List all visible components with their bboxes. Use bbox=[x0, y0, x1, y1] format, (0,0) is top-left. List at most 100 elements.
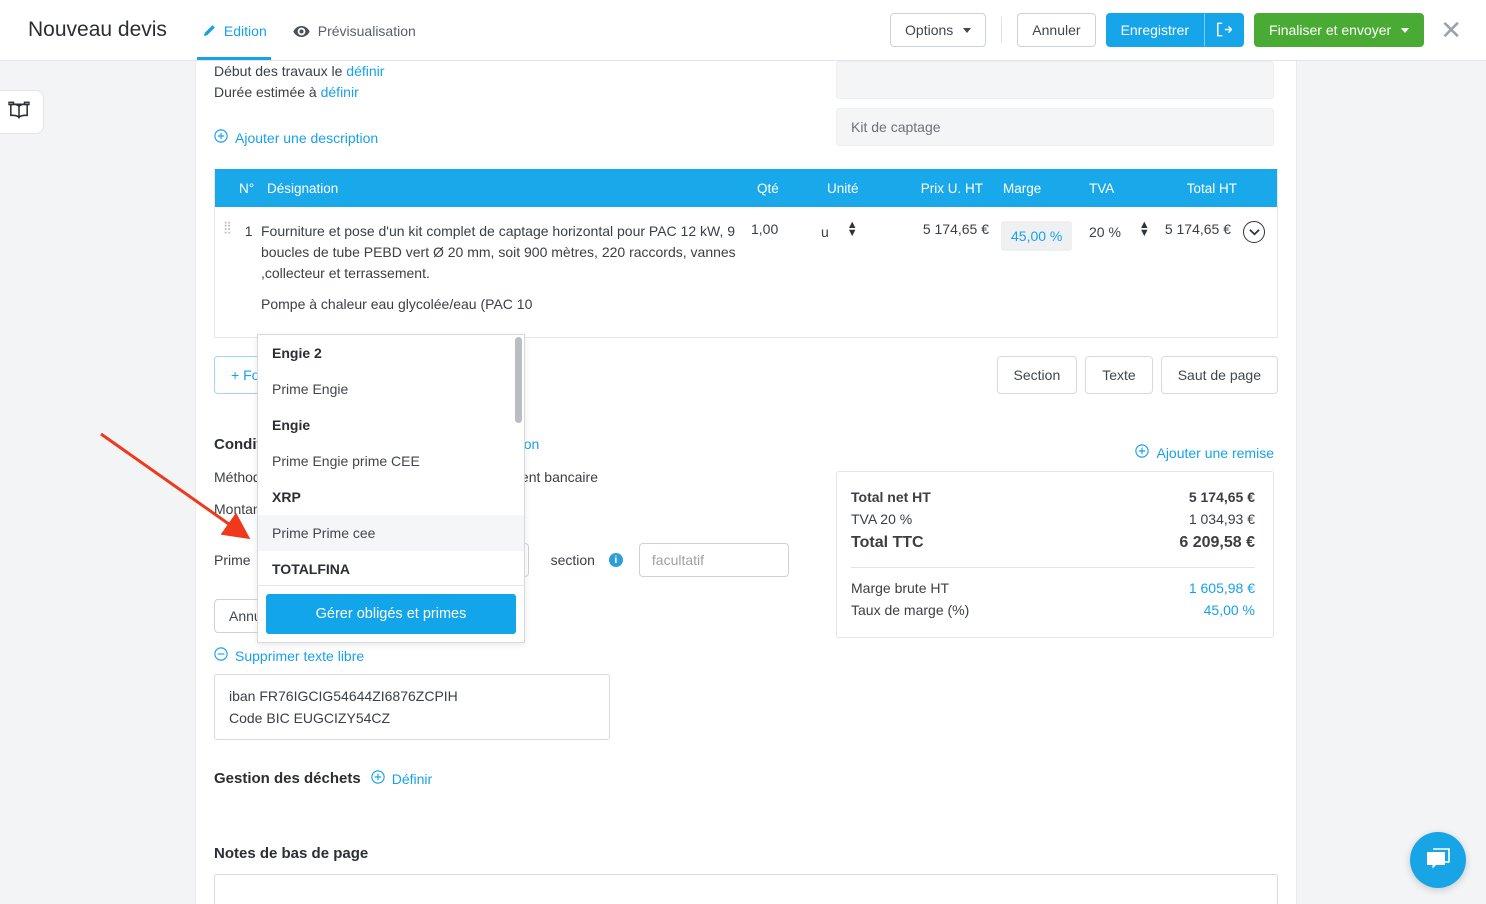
col-marge: Marge bbox=[1003, 180, 1042, 196]
insert-text-button[interactable]: Texte bbox=[1085, 356, 1153, 394]
tab-previsualisation[interactable]: Prévisualisation bbox=[293, 0, 416, 60]
taux-marge-row: Taux de marge (%) 45,00 % bbox=[851, 599, 1255, 621]
finalize-send-button[interactable]: Finaliser et envoyer bbox=[1254, 13, 1425, 47]
dropdown-item-prime-prime-cee[interactable]: Prime Prime cee bbox=[258, 515, 524, 551]
taux-marge-label: Taux de marge (%) bbox=[851, 602, 970, 618]
tva-value: 1 034,93 € bbox=[1188, 511, 1255, 527]
duration-link[interactable]: définir bbox=[321, 84, 359, 100]
col-qte: Qté bbox=[757, 180, 779, 196]
line-items-table: N° Désignation Qté Unité Prix U. HT Marg… bbox=[214, 169, 1278, 338]
divider bbox=[851, 567, 1255, 568]
tab-edition-label: Edition bbox=[223, 23, 267, 39]
library-book-icon bbox=[7, 101, 31, 124]
close-icon[interactable]: ✕ bbox=[1434, 17, 1468, 43]
add-description-button[interactable]: Ajouter une description bbox=[214, 129, 378, 146]
info-icon[interactable]: i bbox=[608, 553, 623, 567]
chat-bubble-icon bbox=[1424, 847, 1452, 874]
col-designation: Désignation bbox=[267, 180, 339, 196]
delete-free-text-button[interactable]: Supprimer texte libre bbox=[214, 647, 364, 664]
start-date-label: Début des travaux le bbox=[214, 63, 343, 79]
save-and-exit-button[interactable] bbox=[1204, 13, 1245, 47]
stepper-icon[interactable]: ▲ ▼ bbox=[1139, 220, 1150, 239]
field-empty[interactable] bbox=[836, 61, 1274, 99]
chat-widget-button[interactable] bbox=[1410, 832, 1466, 888]
waste-title: Gestion des déchets bbox=[214, 770, 361, 787]
duration-label: Durée estimée à bbox=[214, 84, 317, 100]
row-unite: u bbox=[821, 224, 829, 240]
prime-label: Prime bbox=[214, 552, 251, 568]
add-discount-label: Ajouter une remise bbox=[1156, 444, 1274, 461]
save-split-button: Enregistrer bbox=[1105, 13, 1245, 47]
waste-management-row: Gestion des déchets Définir bbox=[214, 770, 834, 787]
add-discount-button[interactable]: Ajouter une remise bbox=[1135, 444, 1274, 461]
dropdown-group-engie[interactable]: Engie bbox=[258, 407, 524, 443]
dropdown-item-prime-engie-prime-cee[interactable]: Prime Engie prime CEE bbox=[258, 443, 524, 479]
start-date-link[interactable]: définir bbox=[346, 63, 384, 79]
row-designation-cell[interactable]: Fourniture et pose d'un kit complet de c… bbox=[261, 221, 751, 325]
insert-section-button[interactable]: Section bbox=[996, 356, 1078, 394]
chevron-down-icon bbox=[1401, 27, 1410, 33]
footer-notes-title: Notes de bas de page bbox=[214, 845, 369, 862]
free-text-area[interactable]: iban FR76IGCIG54644ZI6876ZCPIH Code BIC … bbox=[214, 674, 610, 740]
tab-previsualisation-label: Prévisualisation bbox=[317, 23, 416, 39]
dropdown-group-xrp[interactable]: XRP bbox=[258, 479, 524, 515]
free-text-line-1: iban FR76IGCIG54644ZI6876ZCPIH bbox=[229, 688, 458, 704]
save-button[interactable]: Enregistrer bbox=[1105, 13, 1205, 47]
taux-marge-value: 45,00 % bbox=[1203, 602, 1255, 618]
chevron-down-icon bbox=[963, 27, 972, 33]
row-number-cell: ⣿ 1 bbox=[215, 221, 261, 325]
delete-free-text-label: Supprimer texte libre bbox=[235, 647, 365, 664]
view-mode-tabs: Edition Prévisualisation bbox=[196, 0, 416, 60]
header-columns: Début des travaux le définir Durée estim… bbox=[214, 61, 1278, 155]
row-marge: 45,00 % bbox=[1001, 221, 1073, 251]
drag-handle-icon[interactable]: ⣿ bbox=[223, 221, 233, 233]
duration-row: Durée estimée à définir bbox=[214, 82, 834, 103]
options-button[interactable]: Options bbox=[890, 13, 987, 47]
row-unite-cell[interactable]: u ▲ ▼ bbox=[821, 220, 899, 325]
section-input[interactable]: facultatif bbox=[638, 543, 789, 577]
total-ttc-row: Total TTC 6 209,58 € bbox=[851, 530, 1255, 556]
row-tva-cell[interactable]: 20 % ▲ ▼ bbox=[1075, 220, 1159, 325]
totals-panel: Ajouter une remise Total net HT 5 174,65… bbox=[834, 436, 1274, 787]
table-row[interactable]: ⣿ 1 Fourniture et pose d'un kit complet … bbox=[215, 207, 1277, 337]
dropdown-group-engie-2[interactable]: Engie 2 bbox=[258, 335, 524, 371]
row-total-cell: 5 174,65 € bbox=[1159, 221, 1277, 325]
row-qte[interactable]: 1,00 bbox=[751, 221, 821, 325]
minus-circle-icon bbox=[214, 647, 228, 664]
start-date-row: Début des travaux le définir bbox=[214, 61, 834, 82]
divider bbox=[1001, 17, 1003, 43]
row-marge-cell[interactable]: 45,00 % bbox=[989, 221, 1075, 325]
col-num: N° bbox=[239, 180, 255, 196]
manage-obliges-primes-button[interactable]: Gérer obligés et primes bbox=[266, 594, 516, 634]
row-prix-unitaire[interactable]: 5 174,65 € bbox=[899, 221, 989, 325]
section-label: section bbox=[550, 552, 595, 568]
field-kit-de-captage[interactable]: Kit de captage bbox=[836, 108, 1274, 146]
options-label: Options bbox=[905, 22, 954, 38]
library-panel-toggle[interactable] bbox=[0, 90, 44, 134]
marge-brute-label: Marge brute HT bbox=[851, 580, 950, 596]
right-fields: Kit de captage bbox=[834, 61, 1274, 155]
total-ttc-value: 6 209,58 € bbox=[1179, 534, 1255, 551]
marge-brute-value: 1 605,98 € bbox=[1188, 580, 1255, 596]
insert-page-break-button[interactable]: Saut de page bbox=[1160, 356, 1278, 394]
pencil-icon bbox=[201, 24, 216, 39]
prime-dropdown-list: Engie 2 Prime Engie Engie Prime Engie pr… bbox=[258, 335, 524, 585]
eye-icon bbox=[293, 25, 310, 38]
dropdown-scrollbar[interactable] bbox=[515, 337, 522, 423]
footer-notes-input[interactable] bbox=[214, 874, 1278, 904]
designation-paragraph-1: Fourniture et pose d'un kit complet de c… bbox=[261, 223, 736, 281]
header-actions: Options Annuler Enregistrer Finaliser et… bbox=[890, 13, 1468, 47]
app-header: Nouveau devis Edition Prévisualisation O… bbox=[0, 0, 1486, 61]
export-icon bbox=[1216, 22, 1233, 39]
cancel-button[interactable]: Annuler bbox=[1017, 13, 1096, 47]
waste-define-button[interactable]: Définir bbox=[371, 770, 432, 787]
dropdown-item-prime-engie[interactable]: Prime Engie bbox=[258, 371, 524, 407]
row-expand-chevron-icon[interactable] bbox=[1243, 221, 1265, 243]
col-unite: Unité bbox=[827, 180, 859, 196]
col-tva: TVA bbox=[1089, 180, 1115, 196]
dropdown-group-totalfina[interactable]: TOTALFINA bbox=[258, 551, 524, 585]
stepper-icon[interactable]: ▲ ▼ bbox=[847, 220, 858, 239]
page-title: Nouveau devis bbox=[28, 18, 167, 41]
total-net-ht-label: Total net HT bbox=[851, 489, 931, 505]
tab-edition[interactable]: Edition bbox=[196, 0, 271, 60]
